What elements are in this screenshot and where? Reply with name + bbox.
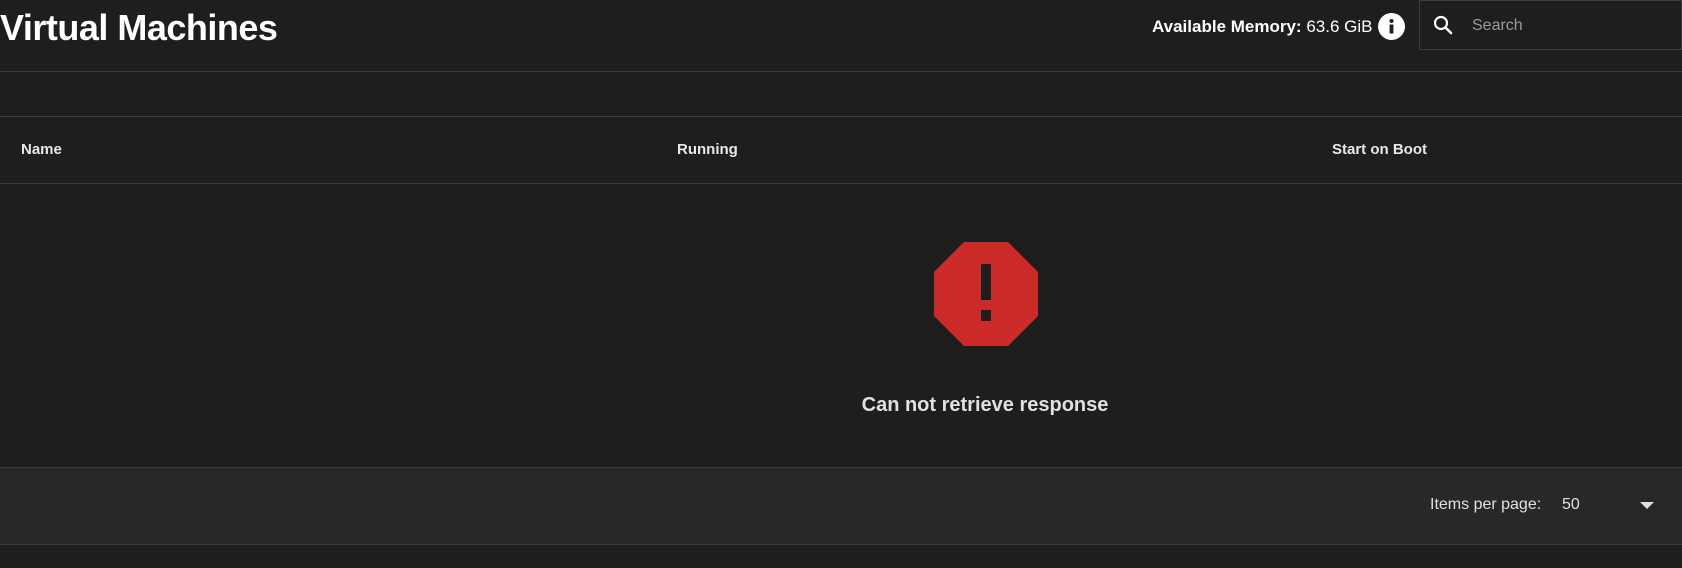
toolbar-strip xyxy=(0,72,1682,117)
column-header-name[interactable]: Name xyxy=(21,141,62,158)
page-title: Virtual Machines xyxy=(0,7,278,48)
items-per-page-label: Items per page: xyxy=(1430,496,1542,513)
empty-state: Can not retrieve response xyxy=(0,184,1682,467)
search-input[interactable] xyxy=(1470,9,1674,43)
vm-page: Virtual Machines Available Memory: 63.6 … xyxy=(0,0,1682,568)
page-header: Virtual Machines Available Memory: 63.6 … xyxy=(0,0,1682,72)
search-icon xyxy=(1433,15,1453,35)
table-header: Name Running Start on Boot xyxy=(0,117,1682,184)
paginator: Items per page: 50 xyxy=(0,467,1682,545)
available-memory-value: 63.6 GiB xyxy=(1306,17,1373,36)
info-icon[interactable] xyxy=(1378,13,1405,40)
search-box[interactable] xyxy=(1419,0,1682,50)
available-memory-label: Available Memory: xyxy=(1152,17,1302,36)
error-message: Can not retrieve response xyxy=(861,394,1109,416)
error-octagon-icon xyxy=(934,242,1038,346)
column-header-running[interactable]: Running xyxy=(677,141,738,158)
items-per-page-select[interactable]: 50 xyxy=(1560,488,1670,526)
available-memory: Available Memory: 63.6 GiB xyxy=(1152,16,1372,38)
items-per-page-value: 50 xyxy=(1562,496,1580,513)
column-header-start-on-boot[interactable]: Start on Boot xyxy=(1332,141,1427,158)
chevron-down-icon xyxy=(1640,502,1654,509)
